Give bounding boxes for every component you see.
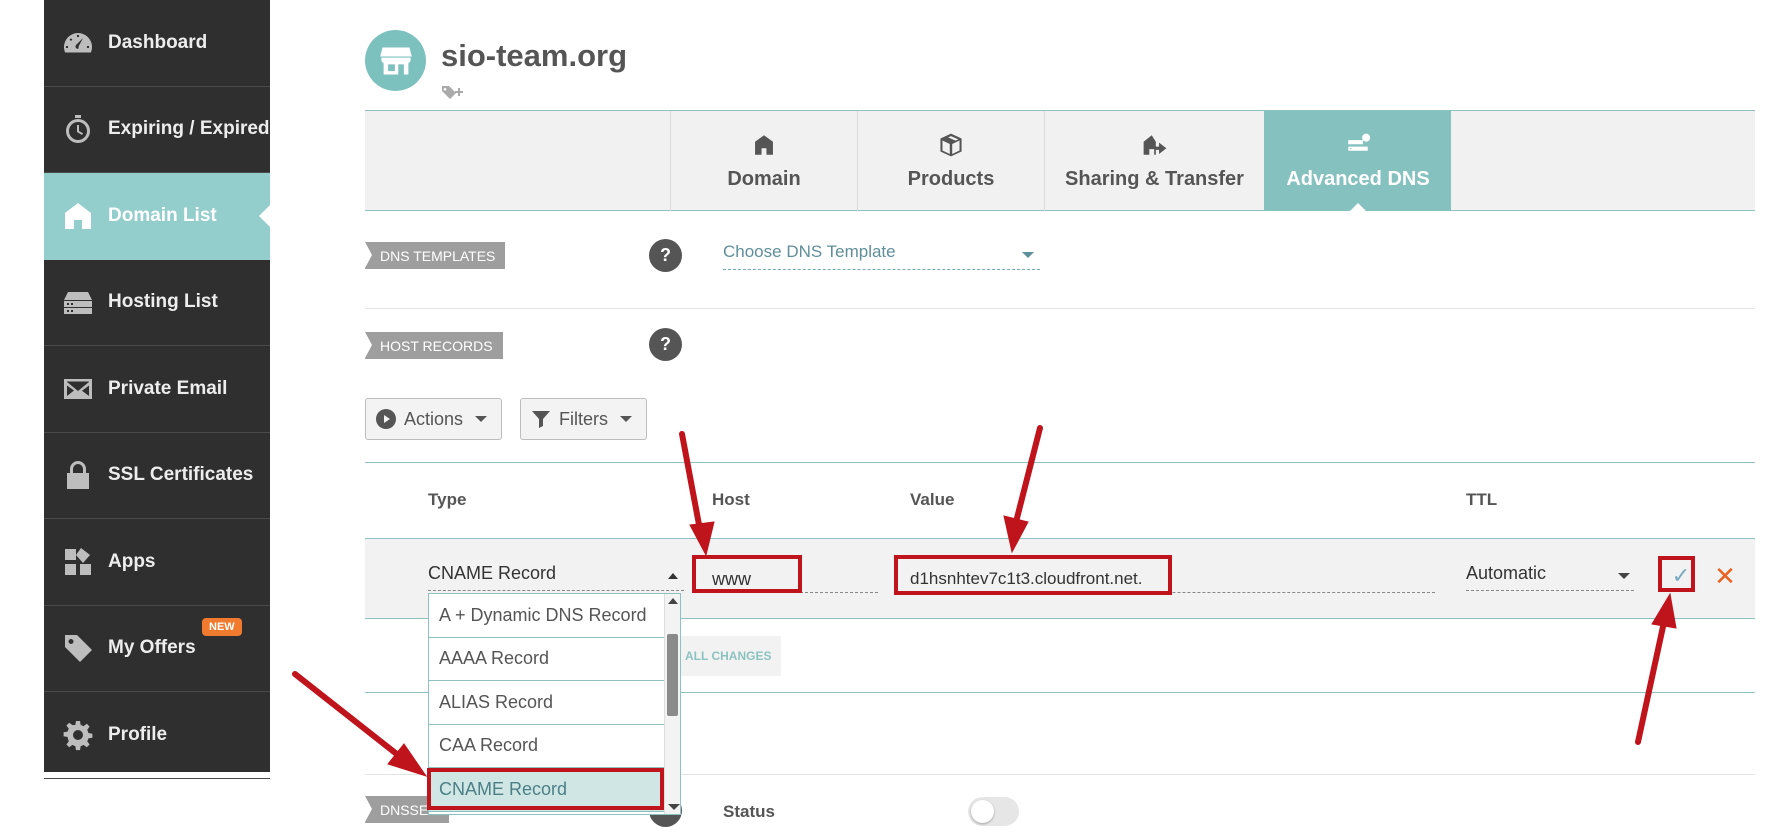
sidebar-item-expiring[interactable]: Expiring / Expired	[44, 87, 270, 173]
domain-avatar	[365, 30, 426, 91]
column-header-value: Value	[910, 490, 955, 509]
confirm-record-button[interactable]: ✓	[1664, 559, 1698, 593]
domain-tabs: Domain Products Sharing & Transfer Advan…	[365, 110, 1755, 212]
sidebar-item-hosting-list[interactable]: Hosting List	[44, 260, 270, 346]
chevron-down-icon	[620, 416, 632, 422]
chevron-down-icon	[1022, 252, 1034, 258]
sidebar-item-label: Apps	[108, 550, 156, 572]
divider	[365, 308, 1755, 309]
apps-icon	[60, 544, 96, 580]
sidebar-item-label: Dashboard	[108, 31, 208, 53]
dropdown-option[interactable]: A + Dynamic DNS Record	[429, 594, 664, 638]
sidebar-item-label: My Offers	[108, 637, 196, 659]
actions-label: Actions	[404, 408, 464, 429]
annotation-arrow	[679, 431, 703, 533]
sidebar-item-label: Profile	[108, 723, 168, 745]
annotation-arrow	[1013, 425, 1043, 525]
save-all-changes-button[interactable]: ALL CHANGES	[673, 636, 781, 676]
host-input[interactable]: www	[700, 563, 878, 593]
tab-products[interactable]: Products	[857, 111, 1044, 211]
scrollbar-thumb[interactable]	[667, 634, 678, 716]
dropdown-option[interactable]: CAA Record	[429, 725, 664, 768]
cancel-record-button[interactable]: ✕	[1710, 559, 1740, 593]
dns-icon	[1348, 133, 1371, 151]
tab-domain[interactable]: Domain	[670, 111, 857, 211]
sidebar-item-label: Hosting List	[108, 291, 218, 313]
sidebar-item-ssl-certificates[interactable]: SSL Certificates	[44, 433, 270, 519]
dnssec-toggle[interactable]	[968, 797, 1019, 826]
record-type-select[interactable]: CNAME Record	[428, 563, 684, 591]
annotation-arrow	[1635, 619, 1667, 745]
sidebar-item-dashboard[interactable]: Dashboard	[44, 0, 270, 87]
ttl-value: Automatic	[1466, 563, 1547, 583]
chevron-down-icon	[1618, 573, 1630, 579]
column-header-ttl: TTL	[1466, 490, 1498, 509]
dropdown-option[interactable]: AAAA Record	[429, 638, 664, 681]
envelope-icon	[60, 371, 96, 407]
tab-label: Sharing & Transfer	[1065, 167, 1244, 190]
dns-template-placeholder: Choose DNS Template	[723, 242, 896, 261]
annotation-arrowhead	[387, 743, 428, 777]
dropdown-option-selected[interactable]: CNAME Record	[429, 768, 664, 812]
sidebar-item-label: SSL Certificates	[108, 464, 254, 486]
host-records-label: HOST RECORDS	[365, 332, 503, 359]
storefront-icon	[379, 47, 412, 74]
dnssec-status-label: Status	[723, 802, 775, 821]
scroll-down-icon[interactable]	[668, 804, 680, 810]
gear-icon	[60, 717, 96, 753]
column-header-type: Type	[428, 490, 467, 509]
server-icon	[60, 284, 96, 320]
column-header-host: Host	[712, 490, 750, 509]
close-icon: ✕	[1714, 560, 1736, 591]
timer-icon	[60, 111, 96, 147]
gauge-icon	[60, 25, 96, 61]
dns-template-select[interactable]: Choose DNS Template	[723, 242, 1040, 270]
play-circle-icon	[376, 409, 396, 429]
dropdown-option[interactable]: ALIAS Record	[429, 681, 664, 725]
sidebar-item-label: Private Email	[108, 377, 228, 399]
dns-templates-help-icon[interactable]: ?	[649, 239, 682, 272]
dropdown-scrollbar[interactable]	[664, 594, 680, 814]
sidebar-item-private-email[interactable]: Private Email	[44, 346, 270, 433]
tab-sharing-transfer[interactable]: Sharing & Transfer	[1044, 111, 1264, 211]
table-top-border	[365, 462, 1755, 463]
record-type-value: CNAME Record	[428, 563, 557, 583]
tab-advanced-dns[interactable]: Advanced DNS	[1264, 111, 1451, 212]
domain-header: sio-team.org	[365, 30, 627, 91]
sidebar-item-label: Expiring / Expired	[108, 118, 270, 140]
value-input[interactable]: d1hsnhtev7c1t3.cloudfront.net.	[898, 563, 1435, 593]
tab-label: Products	[907, 167, 995, 190]
host-records-help-icon[interactable]: ?	[649, 328, 682, 361]
sidebar-item-domain-list[interactable]: Domain List	[44, 173, 270, 260]
home-icon	[755, 134, 773, 155]
page-title: sio-team.org	[441, 37, 628, 73]
filters-label: Filters	[559, 408, 608, 429]
share-house-icon	[1143, 134, 1166, 155]
filters-button[interactable]: Filters	[520, 398, 647, 440]
home-icon	[60, 198, 96, 234]
sidebar-item-profile[interactable]: Profile	[44, 692, 270, 779]
checkmark-icon: ✓	[1671, 563, 1691, 588]
box-icon	[940, 133, 962, 156]
sidebar-item-my-offers[interactable]: My Offers NEW	[44, 606, 270, 692]
lock-icon	[60, 457, 96, 493]
tab-label: Advanced DNS	[1286, 167, 1430, 190]
filter-icon	[532, 411, 550, 428]
sidebar-item-apps[interactable]: Apps	[44, 519, 270, 606]
annotation-arrow	[292, 671, 401, 758]
dns-templates-label: DNS TEMPLATES	[365, 242, 506, 269]
sidebar-item-label: Domain List	[108, 204, 217, 226]
chevron-up-icon	[668, 573, 678, 579]
actions-button[interactable]: Actions	[365, 398, 503, 440]
tag-icon	[60, 630, 96, 666]
add-tag-icon[interactable]	[441, 84, 463, 102]
ttl-select[interactable]: Automatic	[1466, 563, 1634, 591]
chevron-down-icon	[475, 416, 488, 422]
record-type-dropdown: A + Dynamic DNS Record AAAA Record ALIAS…	[428, 593, 681, 815]
new-badge: NEW	[202, 617, 242, 636]
tab-label: Domain	[727, 167, 801, 190]
sidebar: Dashboard Expiring / Expired Domain List…	[44, 0, 270, 779]
scroll-up-icon[interactable]	[668, 598, 678, 604]
